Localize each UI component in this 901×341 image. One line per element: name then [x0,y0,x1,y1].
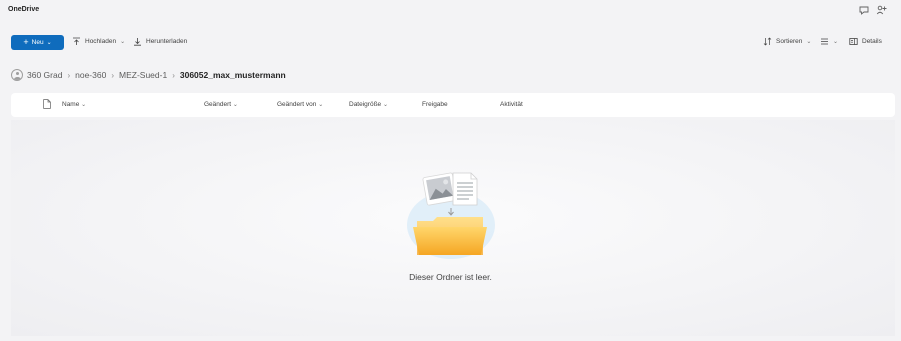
column-header-modified-by[interactable]: Geändert von ⌄ [277,101,323,108]
chevron-right-icon: › [111,70,114,80]
list-view-icon [820,37,829,46]
breadcrumb-item[interactable]: noe-360 [75,70,106,80]
breadcrumb-item[interactable]: MEZ-Sued-1 [119,70,167,80]
plus-icon: + [23,37,29,47]
chevron-down-icon: ⌄ [46,40,52,46]
new-button-label: Neu [31,39,44,46]
breadcrumb-current: 306052_max_mustermann [179,70,286,80]
chevron-down-icon: ⌄ [382,102,388,108]
column-header-modified[interactable]: Geändert ⌄ [204,101,238,108]
chevron-down-icon: ⌄ [318,102,324,108]
chat-icon[interactable] [858,4,870,16]
list-header: Name ⌄ Geändert ⌄ Geändert von ⌄ Dateigr… [11,93,895,117]
upload-button[interactable]: Hochladen ⌄ [72,37,125,46]
chevron-right-icon: › [172,70,175,80]
download-button[interactable]: Herunterladen [133,37,187,46]
column-activity-label: Aktivität [500,101,523,108]
breadcrumb: 360 Grad › noe-360 › MEZ-Sued-1 › 306052… [11,68,286,82]
column-header-name[interactable]: Name ⌄ [62,101,86,108]
title-bar: OneDrive [0,0,901,22]
empty-state-message: Dieser Ordner ist leer. [409,272,492,282]
view-options-button[interactable]: ⌄ [820,37,838,46]
chevron-down-icon: ⌄ [232,102,238,108]
details-pane-icon [849,37,858,46]
chevron-right-icon: › [67,70,71,80]
column-sharing-label: Freigabe [422,101,448,108]
column-size-label: Dateigröße [349,101,382,108]
column-header-size[interactable]: Dateigröße ⌄ [349,101,388,108]
chevron-down-icon: ⌄ [833,39,839,45]
download-label: Herunterladen [146,38,188,45]
new-button[interactable]: + Neu ⌄ [11,35,64,50]
avatar-icon [11,69,23,81]
column-modified-by-label: Geändert von [277,101,317,108]
sort-button[interactable]: Sortieren ⌄ [763,37,811,46]
share-icon[interactable] [876,4,888,16]
column-header-sharing[interactable]: Freigabe [422,101,448,108]
sort-label: Sortieren [776,38,803,45]
chevron-down-icon: ⌄ [120,39,126,45]
chevron-down-icon: ⌄ [81,102,87,108]
breadcrumb-item[interactable]: 360 Grad [27,70,62,80]
file-type-icon[interactable] [43,99,51,109]
column-name-label: Name [62,101,80,108]
details-label: Details [862,38,882,45]
empty-folder-illustration [403,165,499,261]
chevron-down-icon: ⌄ [806,39,812,45]
details-button[interactable]: Details [849,37,882,46]
upload-label: Hochladen [85,38,117,45]
app-title: OneDrive [8,6,40,13]
column-modified-label: Geändert [204,101,232,108]
column-header-activity[interactable]: Aktivität [500,101,523,108]
upload-icon [72,37,81,46]
sort-icon [763,37,772,46]
download-icon [133,37,142,46]
